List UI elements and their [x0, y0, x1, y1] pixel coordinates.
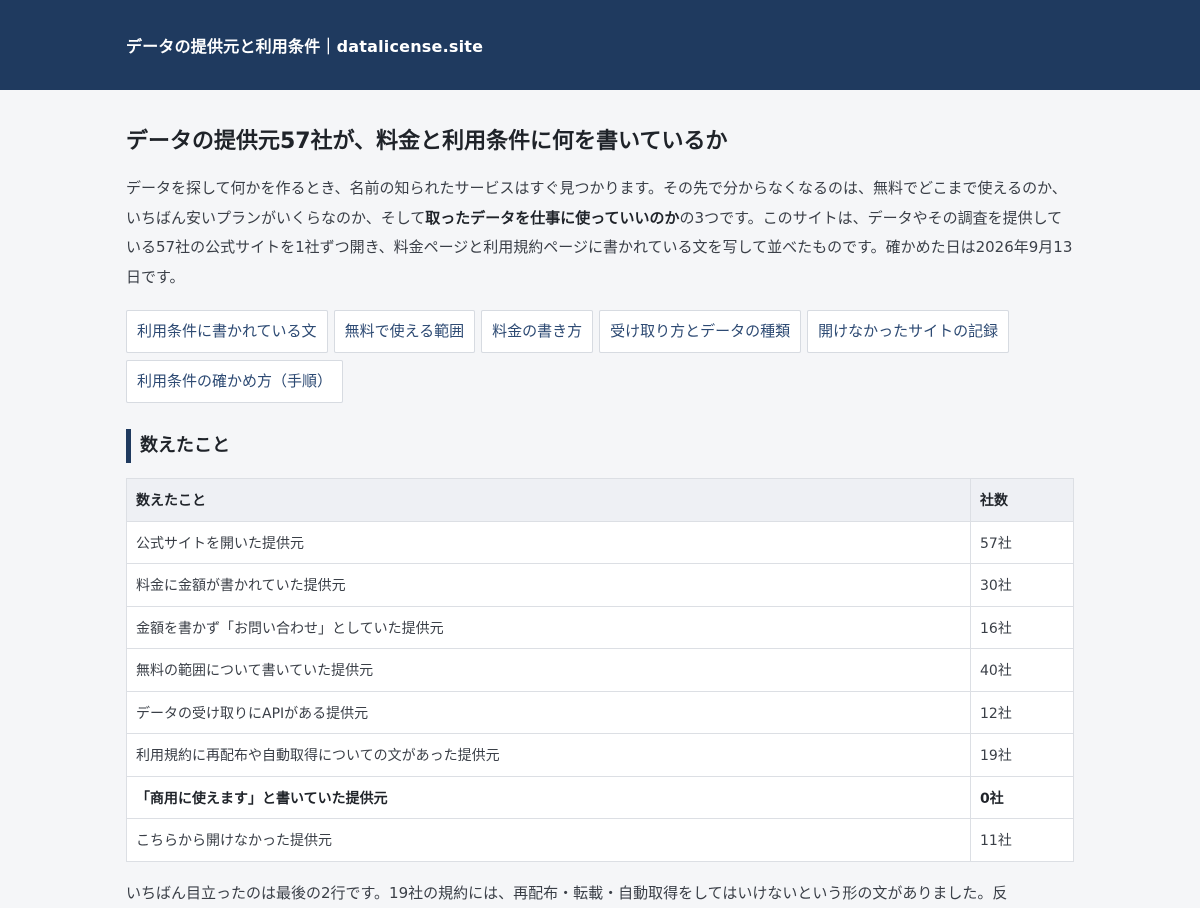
- table-row: 金額を書かず「お問い合わせ」としていた提供元 16社: [126, 605, 1074, 650]
- page-title: データの提供元57社が、料金と利用条件に何を書いているか: [126, 129, 728, 154]
- nav-link-delivery-types[interactable]: 受け取り方とデータの種類: [599, 310, 802, 353]
- row-item: 「商用に使えます」と書いていた提供元: [126, 775, 971, 820]
- table-row: 公式サイトを開いた提供元 57社: [126, 520, 1074, 565]
- row-count: 16社: [970, 605, 1074, 650]
- main-content: データの提供元57社が、料金と利用条件に何を書いているか データを探して何かを作…: [126, 128, 1074, 908]
- table-row: 利用規約に再配布や自動取得についての文があった提供元 19社: [126, 733, 1074, 777]
- lead-paragraph: データを探して何かを作るとき、名前の知られたサービスはすぐ見つかります。その先で…: [126, 174, 1074, 292]
- row-item: 無料の範囲について書いていた提供元: [126, 648, 971, 692]
- row-count: 12社: [970, 690, 1074, 735]
- nav-link-unreachable-log[interactable]: 開けなかったサイトの記録: [807, 310, 1010, 353]
- row-item: 利用規約に再配布や自動取得についての文があった提供元: [126, 733, 971, 777]
- table-row: 料金に金額が書かれていた提供元 30社: [126, 563, 1074, 607]
- row-count: 40社: [970, 648, 1074, 692]
- table-header-row: 数えたこと 社数: [126, 477, 1074, 522]
- row-count: 19社: [970, 733, 1074, 777]
- row-item: データの受け取りにAPIがある提供元: [126, 690, 971, 735]
- table-row-highlight: 「商用に使えます」と書いていた提供元 0社: [126, 775, 1074, 820]
- row-count: 57社: [970, 520, 1074, 565]
- table-row: こちらから開けなかった提供元 11社: [126, 818, 1074, 862]
- table-row: データの受け取りにAPIがある提供元 12社: [126, 690, 1074, 735]
- column-header-item: 数えたこと: [126, 477, 971, 522]
- row-item: 料金に金額が書かれていた提供元: [126, 563, 971, 607]
- row-item: 金額を書かず「お問い合わせ」としていた提供元: [126, 605, 971, 650]
- site-header: データの提供元と利用条件｜datalicense.site: [0, 0, 1200, 90]
- section-heading-counts: 数えたこと: [126, 429, 1074, 463]
- row-count: 11社: [970, 818, 1074, 862]
- row-item: こちらから開けなかった提供元: [126, 818, 971, 862]
- row-count: 30社: [970, 563, 1074, 607]
- nav-link-method[interactable]: 利用条件の確かめ方（手順）: [126, 360, 344, 403]
- nav-link-pricing[interactable]: 料金の書き方: [481, 310, 594, 353]
- lead-emphasis: 取ったデータを仕事に使っていいのか: [425, 208, 680, 227]
- table-row: 無料の範囲について書いていた提供元 40社: [126, 648, 1074, 692]
- nav-link-terms-text[interactable]: 利用条件に書かれている文: [126, 310, 328, 353]
- row-item: 公式サイトを開いた提供元: [126, 520, 971, 565]
- nav-link-free-range[interactable]: 無料で使える範囲: [333, 310, 476, 353]
- site-title[interactable]: データの提供元と利用条件｜datalicense.site: [126, 33, 483, 57]
- section-nav: 利用条件に書かれている文 無料で使える範囲 料金の書き方 受け取り方とデータの種…: [126, 310, 1086, 403]
- counts-table: 数えたこと 社数 公式サイトを開いた提供元 57社 料金に金額が書かれていた提供…: [126, 477, 1074, 862]
- row-count: 0社: [970, 775, 1074, 820]
- after-table-paragraph: いちばん目立ったのは最後の2行です。19社の規約には、再配布・転載・自動取得をし…: [126, 883, 1008, 902]
- column-header-count: 社数: [970, 477, 1074, 522]
